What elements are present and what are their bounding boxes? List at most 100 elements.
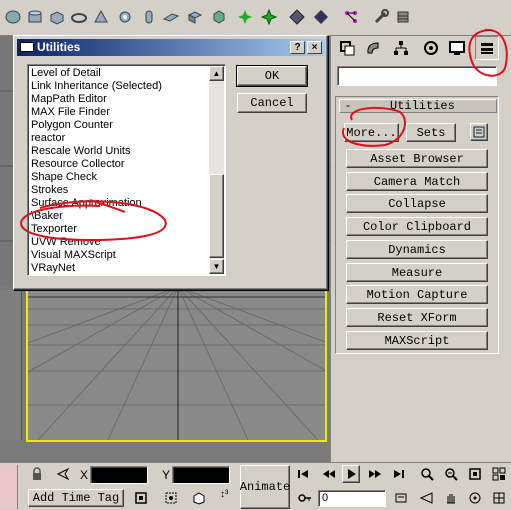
dynamics-button[interactable]: Dynamics [346, 240, 488, 259]
configure-button-sets-icon[interactable] [470, 123, 488, 141]
rollout-header[interactable]: - Utilities [339, 98, 497, 113]
crossing-selection-icon[interactable] [162, 489, 180, 507]
list-scrollbar[interactable]: ▲ ▼ [209, 66, 224, 274]
go-to-end-icon[interactable] [390, 465, 408, 483]
wrench-icon[interactable] [372, 8, 390, 26]
maxscript-listener-strip[interactable] [0, 465, 18, 509]
play-icon[interactable] [342, 465, 360, 483]
sphere-icon[interactable] [4, 8, 22, 26]
zoom-extents-icon[interactable] [466, 465, 484, 483]
current-frame-field[interactable]: 0 [318, 490, 386, 507]
y-coordinate-field[interactable] [172, 466, 230, 484]
list-item[interactable]: Surface Approximation [30, 197, 210, 210]
list-item[interactable]: Resource Collector [30, 158, 210, 171]
key-mode-icon[interactable] [296, 489, 314, 507]
link-icon[interactable] [342, 8, 360, 26]
app-icon [20, 42, 34, 52]
box-icon[interactable] [48, 8, 66, 26]
list-item[interactable]: VRayNet [30, 262, 210, 275]
perspective-viewport[interactable] [0, 285, 511, 442]
go-to-start-icon[interactable] [294, 465, 312, 483]
list-item[interactable]: reactor [30, 132, 210, 145]
x-coordinate-field[interactable] [90, 466, 148, 484]
utilities-listbox[interactable]: Level of Detail Link Inheritance (Select… [27, 64, 226, 276]
time-config-icon[interactable] [392, 489, 410, 507]
add-time-tag-button[interactable]: Add Time Tag [28, 489, 124, 507]
tube-icon[interactable] [140, 8, 158, 26]
lock-icon[interactable] [28, 465, 46, 483]
ok-button[interactable]: OK [236, 65, 308, 87]
list-item[interactable]: Polygon Counter [30, 119, 210, 132]
plane-icon[interactable] [162, 8, 180, 26]
color-clipboard-button[interactable]: Color Clipboard [346, 217, 488, 236]
cone-icon[interactable] [92, 8, 110, 26]
list-item[interactable]: Rescale World Units [30, 145, 210, 158]
previous-frame-icon[interactable] [320, 465, 338, 483]
y-label: Y [162, 468, 171, 482]
box-selection-icon[interactable] [190, 489, 208, 507]
arc-rotate-icon[interactable] [466, 489, 484, 507]
command-panel: - Utilities More... Sets Asset Browser C… [330, 36, 511, 462]
database-icon[interactable] [394, 8, 412, 26]
list-item[interactable]: MAX File Finder [30, 106, 210, 119]
list-item[interactable]: UVW Remove [30, 236, 210, 249]
zoom-all-icon[interactable] [442, 465, 460, 483]
list-item[interactable]: MapPath Editor [30, 93, 210, 106]
close-button[interactable]: × [307, 41, 322, 54]
rollout-title: Utilities [390, 99, 455, 113]
text-shape-icon[interactable] [186, 8, 204, 26]
snap-vertex-icon[interactable] [260, 8, 278, 26]
maxscript-button[interactable]: MAXScript [346, 331, 488, 350]
zoom-extents-all-icon[interactable] [490, 465, 508, 483]
motion-capture-button[interactable]: Motion Capture [346, 285, 488, 304]
torus-icon[interactable] [70, 8, 88, 26]
utilities-dialog: Utilities ? × Level of Detail Link Inher… [13, 35, 328, 290]
collapse-button[interactable]: Collapse [346, 194, 488, 213]
display-tab-icon[interactable] [445, 36, 469, 60]
degrade-override-icon[interactable]: ↕³ [220, 489, 228, 500]
modify-tab-icon[interactable] [361, 36, 385, 60]
animate-button[interactable]: Animate [240, 465, 290, 509]
diamond-filled-icon[interactable] [312, 8, 330, 26]
motion-tab-icon[interactable] [419, 36, 443, 60]
scroll-up-icon[interactable]: ▲ [209, 66, 224, 81]
camera-match-button[interactable]: Camera Match [346, 172, 488, 191]
maximize-viewport-icon[interactable] [490, 489, 508, 507]
next-frame-icon[interactable] [366, 465, 384, 483]
scroll-thumb[interactable] [209, 174, 224, 258]
list-item[interactable]: Visual MAXScript [30, 249, 210, 262]
dialog-title-bar[interactable]: Utilities ? × [17, 39, 325, 56]
list-item[interactable]: Shape Check [30, 171, 210, 184]
hierarchy-tab-icon[interactable] [389, 36, 413, 60]
cylinder-icon[interactable] [26, 8, 44, 26]
rollout-collapse-toggle[interactable]: - [346, 98, 350, 112]
list-item[interactable]: Link Inheritance (Selected) [30, 80, 210, 93]
left-viewport-strip[interactable] [0, 290, 22, 440]
snap-grid-icon[interactable] [236, 8, 254, 26]
pan-hand-icon[interactable] [442, 489, 460, 507]
help-button[interactable]: ? [290, 41, 305, 54]
selection-arrow-icon[interactable] [54, 465, 72, 483]
utilities-tab-icon[interactable] [475, 36, 499, 60]
create-tab-icon[interactable] [335, 36, 359, 60]
sets-button[interactable]: Sets [406, 123, 456, 142]
list-item[interactable]: Strokes [30, 184, 210, 197]
more-button[interactable]: More... [344, 123, 399, 142]
list-item[interactable]: \Baker [30, 210, 210, 223]
geosphere-icon[interactable] [210, 8, 228, 26]
scroll-down-icon[interactable]: ▼ [209, 259, 224, 274]
reset-xform-button[interactable]: Reset XForm [346, 308, 488, 327]
zoom-icon[interactable] [418, 465, 436, 483]
measure-button[interactable]: Measure [346, 263, 488, 282]
diamond-icon[interactable] [288, 8, 306, 26]
field-of-view-icon[interactable] [418, 489, 436, 507]
x-label: X [80, 468, 89, 482]
object-name-field[interactable] [337, 66, 497, 86]
cancel-button[interactable]: Cancel [237, 93, 307, 113]
gear-icon[interactable] [116, 8, 134, 26]
main-toolbar [0, 0, 511, 36]
list-item[interactable]: Texporter [30, 223, 210, 236]
list-item[interactable]: Level of Detail [30, 67, 210, 80]
window-icon[interactable] [132, 489, 150, 507]
asset-browser-button[interactable]: Asset Browser [346, 149, 488, 168]
